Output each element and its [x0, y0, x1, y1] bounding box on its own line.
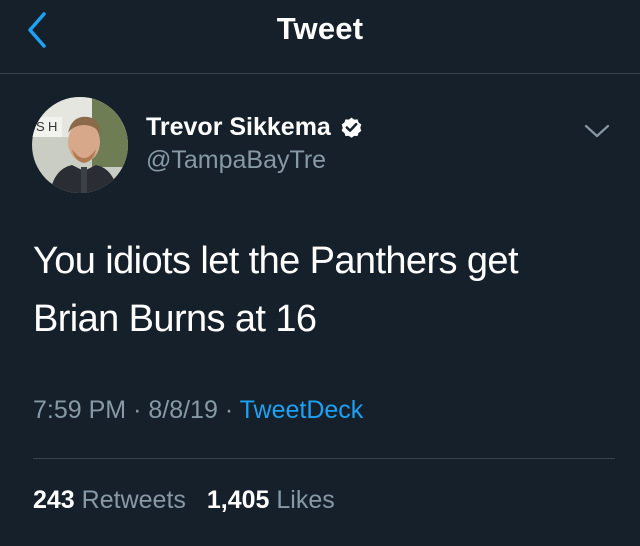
retweets-label: Retweets — [81, 486, 186, 514]
likes-stat[interactable]: 1,405 Likes — [207, 486, 335, 515]
meta-separator: · — [133, 396, 142, 424]
display-name[interactable]: Trevor Sikkema — [146, 113, 331, 142]
chevron-down-icon[interactable] — [580, 117, 614, 145]
tweet-detail-screen: Tweet S H Trevor Sikkema @TampaBayTre Yo… — [0, 0, 640, 546]
avatar-photo: S H — [32, 97, 128, 193]
tweet-source-link[interactable]: TweetDeck — [240, 396, 364, 424]
verified-badge-icon — [341, 117, 362, 138]
avatar[interactable]: S H — [32, 97, 128, 193]
user-handle[interactable]: @TampaBayTre — [146, 146, 326, 175]
retweets-count: 243 — [33, 486, 75, 514]
tweet-text: You idiots let the Panthers get Brian Bu… — [33, 240, 519, 340]
likes-label: Likes — [276, 486, 335, 514]
header: Tweet — [0, 0, 640, 74]
retweets-stat[interactable]: 243 Retweets — [33, 486, 186, 515]
divider — [33, 458, 615, 459]
svg-text:S: S — [36, 119, 45, 134]
likes-count: 1,405 — [206, 486, 270, 514]
tweet-time: 7:59 PM — [33, 396, 127, 424]
name-row: Trevor Sikkema — [146, 110, 364, 144]
meta-separator: · — [224, 396, 234, 424]
svg-text:H: H — [48, 119, 57, 134]
tweet-date: 8/8/19 — [148, 396, 218, 424]
tweet-stats: 243 Retweets 1,405 Likes — [33, 486, 335, 515]
page-title: Tweet — [276, 11, 364, 46]
tweet-meta: 7:59 PM · 8/8/19 · TweetDeck — [33, 396, 363, 425]
tweet-author: S H Trevor Sikkema @TampaBayTre — [32, 97, 620, 197]
